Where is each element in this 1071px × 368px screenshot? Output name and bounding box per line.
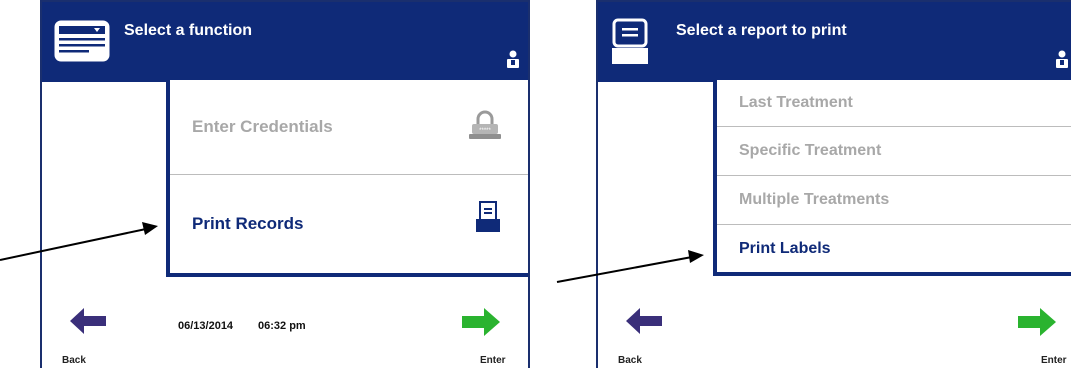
menu-item-enter-credentials[interactable]: Enter Credentials ***** — [170, 80, 528, 174]
menu-item-label: Last Treatment — [739, 94, 853, 111]
enter-label[interactable]: Enter — [1041, 355, 1067, 366]
menu-item-label: Print Records — [192, 214, 304, 233]
menu-item-label: Print Labels — [739, 239, 831, 257]
enter-arrow-icon[interactable] — [462, 308, 500, 341]
menu-card-icon — [54, 20, 110, 67]
screen-header: Select a report to print — [598, 2, 1071, 82]
printer-icon — [476, 201, 500, 238]
svg-text:*****: ***** — [479, 128, 491, 134]
menu-item-label: Specific Treatment — [739, 142, 882, 159]
menu-item-multiple-treatments[interactable]: Multiple Treatments — [717, 176, 1071, 224]
time-display: 06:32 pm — [258, 320, 306, 332]
page-title: Select a function — [124, 22, 253, 39]
back-arrow-icon[interactable] — [70, 308, 106, 339]
function-select-screen: Select a function Enter Credentials ****… — [40, 0, 530, 368]
page-title: Select a report to print — [676, 22, 847, 39]
printer-icon — [612, 18, 648, 69]
date-display: 06/13/2014 — [178, 320, 234, 332]
report-select-screen: Select a report to print Last Treatment … — [596, 0, 1071, 368]
report-menu: Last Treatment Specific Treatment Multip… — [713, 80, 1071, 276]
enter-arrow-icon[interactable] — [1018, 308, 1056, 341]
user-icon[interactable] — [1055, 50, 1069, 73]
user-icon[interactable] — [506, 50, 520, 73]
menu-item-print-records[interactable]: Print Records — [170, 175, 528, 273]
back-label[interactable]: Back — [618, 355, 642, 366]
lock-icon: ***** — [468, 110, 502, 145]
menu-item-last-treatment[interactable]: Last Treatment — [717, 80, 1071, 126]
function-menu: Enter Credentials ***** Print Records — [166, 80, 528, 277]
menu-item-specific-treatment[interactable]: Specific Treatment — [717, 127, 1071, 175]
back-label[interactable]: Back — [62, 355, 86, 366]
screen-header: Select a function — [42, 2, 528, 82]
menu-item-label: Multiple Treatments — [739, 191, 890, 208]
menu-item-label: Enter Credentials — [192, 117, 333, 136]
back-arrow-icon[interactable] — [626, 308, 662, 339]
enter-label[interactable]: Enter — [480, 355, 506, 366]
menu-item-print-labels[interactable]: Print Labels — [717, 225, 1071, 272]
